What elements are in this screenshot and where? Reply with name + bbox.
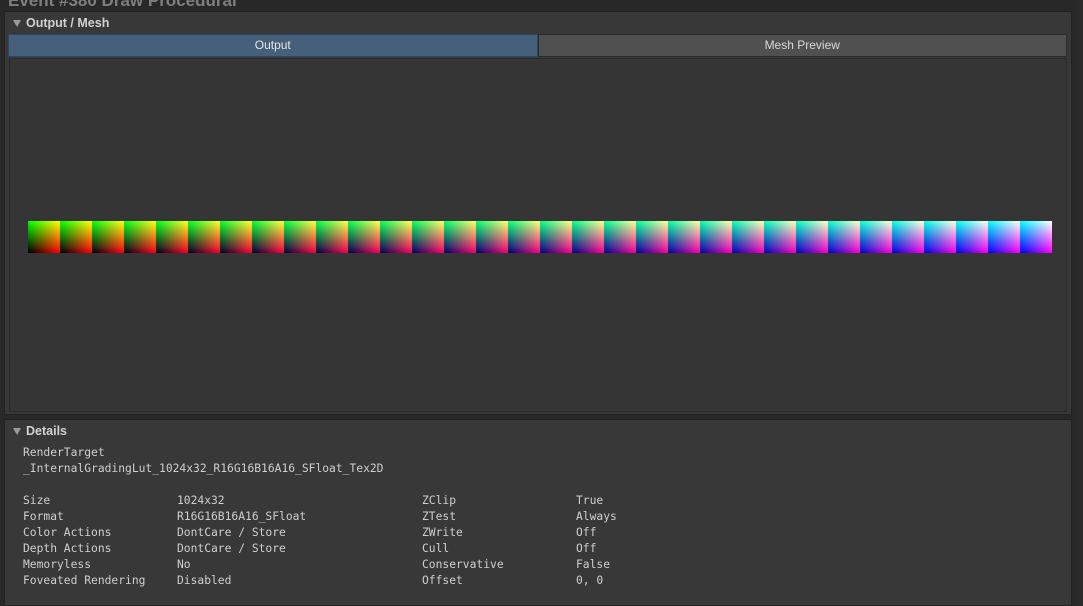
tab-output[interactable]: Output: [8, 34, 538, 57]
output-mesh-panel: Output / Mesh Output Mesh Preview: [4, 11, 1072, 415]
details-header: Details: [26, 424, 67, 438]
prop-value-ztest: Always: [576, 510, 617, 523]
render-target-name: _InternalGradingLut_1024x32_R16G16B16A16…: [23, 462, 384, 475]
output-mesh-header: Output / Mesh: [26, 16, 110, 30]
prop-value-zwrite: Off: [576, 526, 597, 539]
details-foldout[interactable]: Details: [13, 424, 67, 438]
prop-label-depth-actions: Depth Actions: [23, 542, 112, 555]
foldout-arrow-icon: [13, 427, 21, 435]
tab-mesh-preview[interactable]: Mesh Preview: [537, 34, 1067, 57]
prop-label-ztest: ZTest: [422, 510, 457, 523]
prop-value-depth-actions: DontCare / Store: [177, 542, 286, 555]
prop-value-zclip: True: [576, 494, 604, 507]
prop-value-offset: 0, 0: [576, 574, 604, 587]
prop-value-format: R16G16B16A16_SFloat: [177, 510, 307, 523]
details-panel: Details RenderTarget _InternalGradingLut…: [4, 419, 1072, 606]
prop-label-zwrite: ZWrite: [422, 526, 463, 539]
output-viewport[interactable]: [9, 58, 1067, 412]
foldout-arrow-icon: [13, 19, 21, 27]
prop-label-foveated-rendering: Foveated Rendering: [23, 574, 146, 587]
prop-label-color-actions: Color Actions: [23, 526, 112, 539]
prop-label-zclip: ZClip: [422, 494, 457, 507]
prop-label-conservative: Conservative: [422, 558, 504, 571]
prop-value-foveated-rendering: Disabled: [177, 574, 232, 587]
prop-value-cull: Off: [576, 542, 597, 555]
prop-label-size: Size: [23, 494, 51, 507]
prop-value-color-actions: DontCare / Store: [177, 526, 286, 539]
prop-value-conservative: False: [576, 558, 611, 571]
prop-label-format: Format: [23, 510, 64, 523]
output-mesh-foldout[interactable]: Output / Mesh: [13, 16, 109, 30]
prop-label-offset: Offset: [422, 574, 463, 587]
prop-label-memoryless: Memoryless: [23, 558, 92, 571]
scrollbar-track[interactable]: [1075, 0, 1083, 606]
output-tabs: Output Mesh Preview: [8, 34, 1067, 57]
grading-lut-texture: [28, 221, 1052, 253]
prop-label-cull: Cull: [422, 542, 450, 555]
event-title: Event #380 Draw Procedural: [8, 0, 237, 10]
prop-value-memoryless: No: [177, 558, 191, 571]
prop-value-size: 1024x32: [177, 494, 225, 507]
render-target-label: RenderTarget: [23, 446, 105, 459]
